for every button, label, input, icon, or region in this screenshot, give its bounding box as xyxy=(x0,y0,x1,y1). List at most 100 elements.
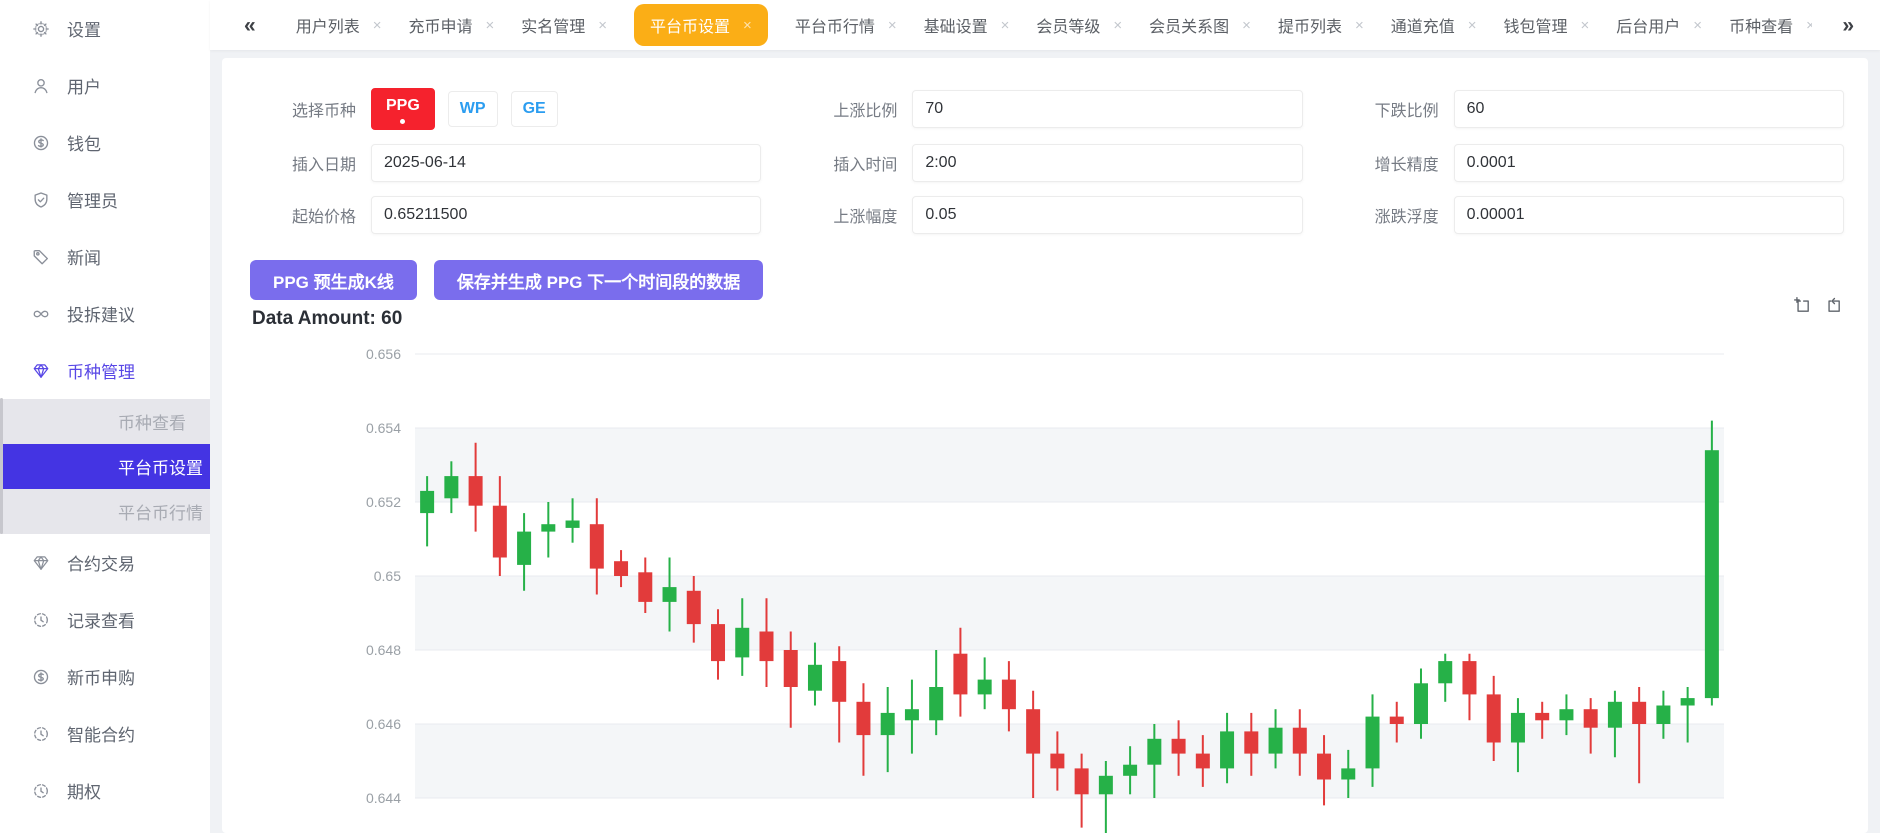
sidebar-item-label: 钱包 xyxy=(67,135,101,154)
coin-buttons: PPG WP GE xyxy=(371,88,558,130)
growth-precision-label: 增长精度 xyxy=(1374,157,1439,174)
tab[interactable]: 钱包管理 × xyxy=(1504,13,1590,37)
start-price-label: 起始价格 xyxy=(292,209,357,226)
tab-close-icon[interactable]: × xyxy=(1355,18,1364,33)
tab-close-icon[interactable]: × xyxy=(1242,18,1251,33)
tab-close-icon[interactable]: × xyxy=(1113,18,1122,33)
tab-bar: « 用户列表 × 充币申请 × 实名管理 × 平台币设置 × 平台币行情 × 基… xyxy=(210,0,1880,50)
tab-label: 平台币行情 xyxy=(794,19,875,36)
sidebar-item[interactable]: 钱包 xyxy=(0,114,210,171)
tab[interactable]: 平台币设置 × xyxy=(634,4,768,46)
rise-ratio-input[interactable] xyxy=(912,90,1303,128)
coin-button[interactable]: GE xyxy=(510,91,558,127)
tab[interactable]: 提币列表 × xyxy=(1278,13,1364,37)
sidebar-item[interactable]: 平台币行情 xyxy=(0,489,210,534)
svg-text:0.648: 0.648 xyxy=(366,642,401,658)
tab-close-icon[interactable]: × xyxy=(1001,18,1010,33)
tab[interactable]: 用户列表 × xyxy=(296,13,382,37)
coin-select-label: 选择币种 xyxy=(292,103,357,120)
sidebar-item-label: 新闻 xyxy=(67,249,101,268)
shield-icon xyxy=(32,191,50,209)
candlestick-chart[interactable]: 0.656 0.654 0.652 0.65 0.648 0.646 0.644 xyxy=(250,334,1844,833)
tab-close-icon[interactable]: × xyxy=(743,18,752,33)
clock-icon xyxy=(32,725,50,743)
tab-close-icon[interactable]: × xyxy=(598,18,607,33)
gem-icon xyxy=(32,554,50,572)
svg-text:0.646: 0.646 xyxy=(366,716,401,732)
sidebar-item-label: 合约交易 xyxy=(67,555,135,574)
save-generate-next-button[interactable]: 保存并生成 PPG 下一个时间段的数据 xyxy=(433,260,764,300)
tag-icon xyxy=(32,248,50,266)
svg-text:0.654: 0.654 xyxy=(366,420,401,436)
coin-button[interactable]: PPG xyxy=(371,88,435,130)
gear-icon xyxy=(32,20,50,38)
tabs-scroll-left-icon[interactable]: « xyxy=(244,15,256,36)
sidebar-item[interactable]: 币种查看 xyxy=(0,399,210,444)
tab-label: 用户列表 xyxy=(295,19,360,36)
rise-amplitude-label: 上涨幅度 xyxy=(833,209,898,226)
clock-icon xyxy=(32,782,50,800)
sidebar-item[interactable]: 新币申购 xyxy=(0,648,210,705)
tab-close-icon[interactable]: × xyxy=(1468,18,1477,33)
restore-icon[interactable] xyxy=(1824,296,1842,314)
action-buttons: PPG 预生成K线 保存并生成 PPG 下一个时间段的数据 xyxy=(250,260,1844,300)
start-price-input[interactable] xyxy=(371,196,762,234)
wallet-icon xyxy=(32,134,50,152)
tab[interactable]: 会员等级 × xyxy=(1036,13,1122,37)
sidebar-item[interactable]: 期权 xyxy=(0,762,210,819)
pregenerate-kline-button[interactable]: PPG 预生成K线 xyxy=(250,260,417,300)
sidebar-item[interactable]: 投拆建议 xyxy=(0,285,210,342)
sidebar-nav: 设置 用户 钱包 管理员 新闻 投拆建议 币种管理 币种查看 平台币设置 平台币… xyxy=(0,0,210,819)
float-range-input[interactable] xyxy=(1453,196,1844,234)
user-icon xyxy=(32,77,50,95)
data-zoom-box-icon[interactable] xyxy=(1793,296,1811,314)
tab-label: 充币申请 xyxy=(408,19,473,36)
tab[interactable]: 通道充值 × xyxy=(1391,13,1477,37)
insert-date-input[interactable] xyxy=(371,144,762,182)
tab-close-icon[interactable]: × xyxy=(888,18,897,33)
tab[interactable]: 币种查看 × xyxy=(1729,13,1812,37)
sidebar-item-label: 投拆建议 xyxy=(67,306,135,325)
tab-close-icon[interactable]: × xyxy=(1581,18,1590,33)
tab-label: 实名管理 xyxy=(521,19,586,36)
sidebar-item[interactable]: 用户 xyxy=(0,57,210,114)
svg-text:0.652: 0.652 xyxy=(366,494,401,510)
insert-date-label: 插入日期 xyxy=(292,157,357,174)
sidebar-item[interactable]: 设置 xyxy=(0,0,210,57)
float-range-label: 涨跌浮度 xyxy=(1374,209,1439,226)
tab-label: 后台用户 xyxy=(1616,19,1681,36)
sidebar-item-label: 新币申购 xyxy=(67,669,135,688)
svg-text:0.644: 0.644 xyxy=(366,790,401,806)
sidebar-item[interactable]: 币种管理 xyxy=(0,342,210,399)
tabs-scroll-right-icon[interactable]: » xyxy=(1842,15,1854,36)
tab[interactable]: 基础设置 × xyxy=(924,13,1010,37)
tab[interactable]: 会员关系图 × xyxy=(1149,13,1251,37)
sidebar-scrollbar[interactable] xyxy=(0,398,3,534)
sidebar-item[interactable]: 智能合约 xyxy=(0,705,210,762)
tab[interactable]: 平台币行情 × xyxy=(795,13,897,37)
chart-toolbox xyxy=(1793,296,1842,314)
rise-amplitude-input[interactable] xyxy=(912,196,1303,234)
main-area: « 用户列表 × 充币申请 × 实名管理 × 平台币设置 × 平台币行情 × 基… xyxy=(210,0,1880,833)
coin-button[interactable]: WP xyxy=(447,91,498,127)
sidebar-item[interactable]: 记录查看 xyxy=(0,591,210,648)
sidebar-item[interactable]: 平台币设置 xyxy=(0,444,210,489)
sidebar-item-label: 智能合约 xyxy=(67,726,135,745)
insert-time-input[interactable] xyxy=(912,144,1303,182)
tab-label: 平台币设置 xyxy=(650,19,731,36)
data-amount-text: Data Amount: 60 xyxy=(252,308,403,329)
tab[interactable]: 实名管理 × xyxy=(521,13,607,37)
sidebar-item[interactable]: 合约交易 xyxy=(0,534,210,591)
tab-close-icon[interactable]: × xyxy=(373,18,382,33)
tab[interactable]: 后台用户 × xyxy=(1616,13,1702,37)
tab-close-icon[interactable]: × xyxy=(1806,18,1812,33)
sidebar-item-label: 设置 xyxy=(67,21,101,40)
tab-close-icon[interactable]: × xyxy=(485,18,494,33)
tab-label: 会员关系图 xyxy=(1149,19,1230,36)
tab-close-icon[interactable]: × xyxy=(1693,18,1702,33)
fall-ratio-input[interactable] xyxy=(1453,90,1844,128)
growth-precision-input[interactable] xyxy=(1453,144,1844,182)
tab[interactable]: 充币申请 × xyxy=(408,13,494,37)
sidebar-item[interactable]: 新闻 xyxy=(0,228,210,285)
sidebar-item[interactable]: 管理员 xyxy=(0,171,210,228)
